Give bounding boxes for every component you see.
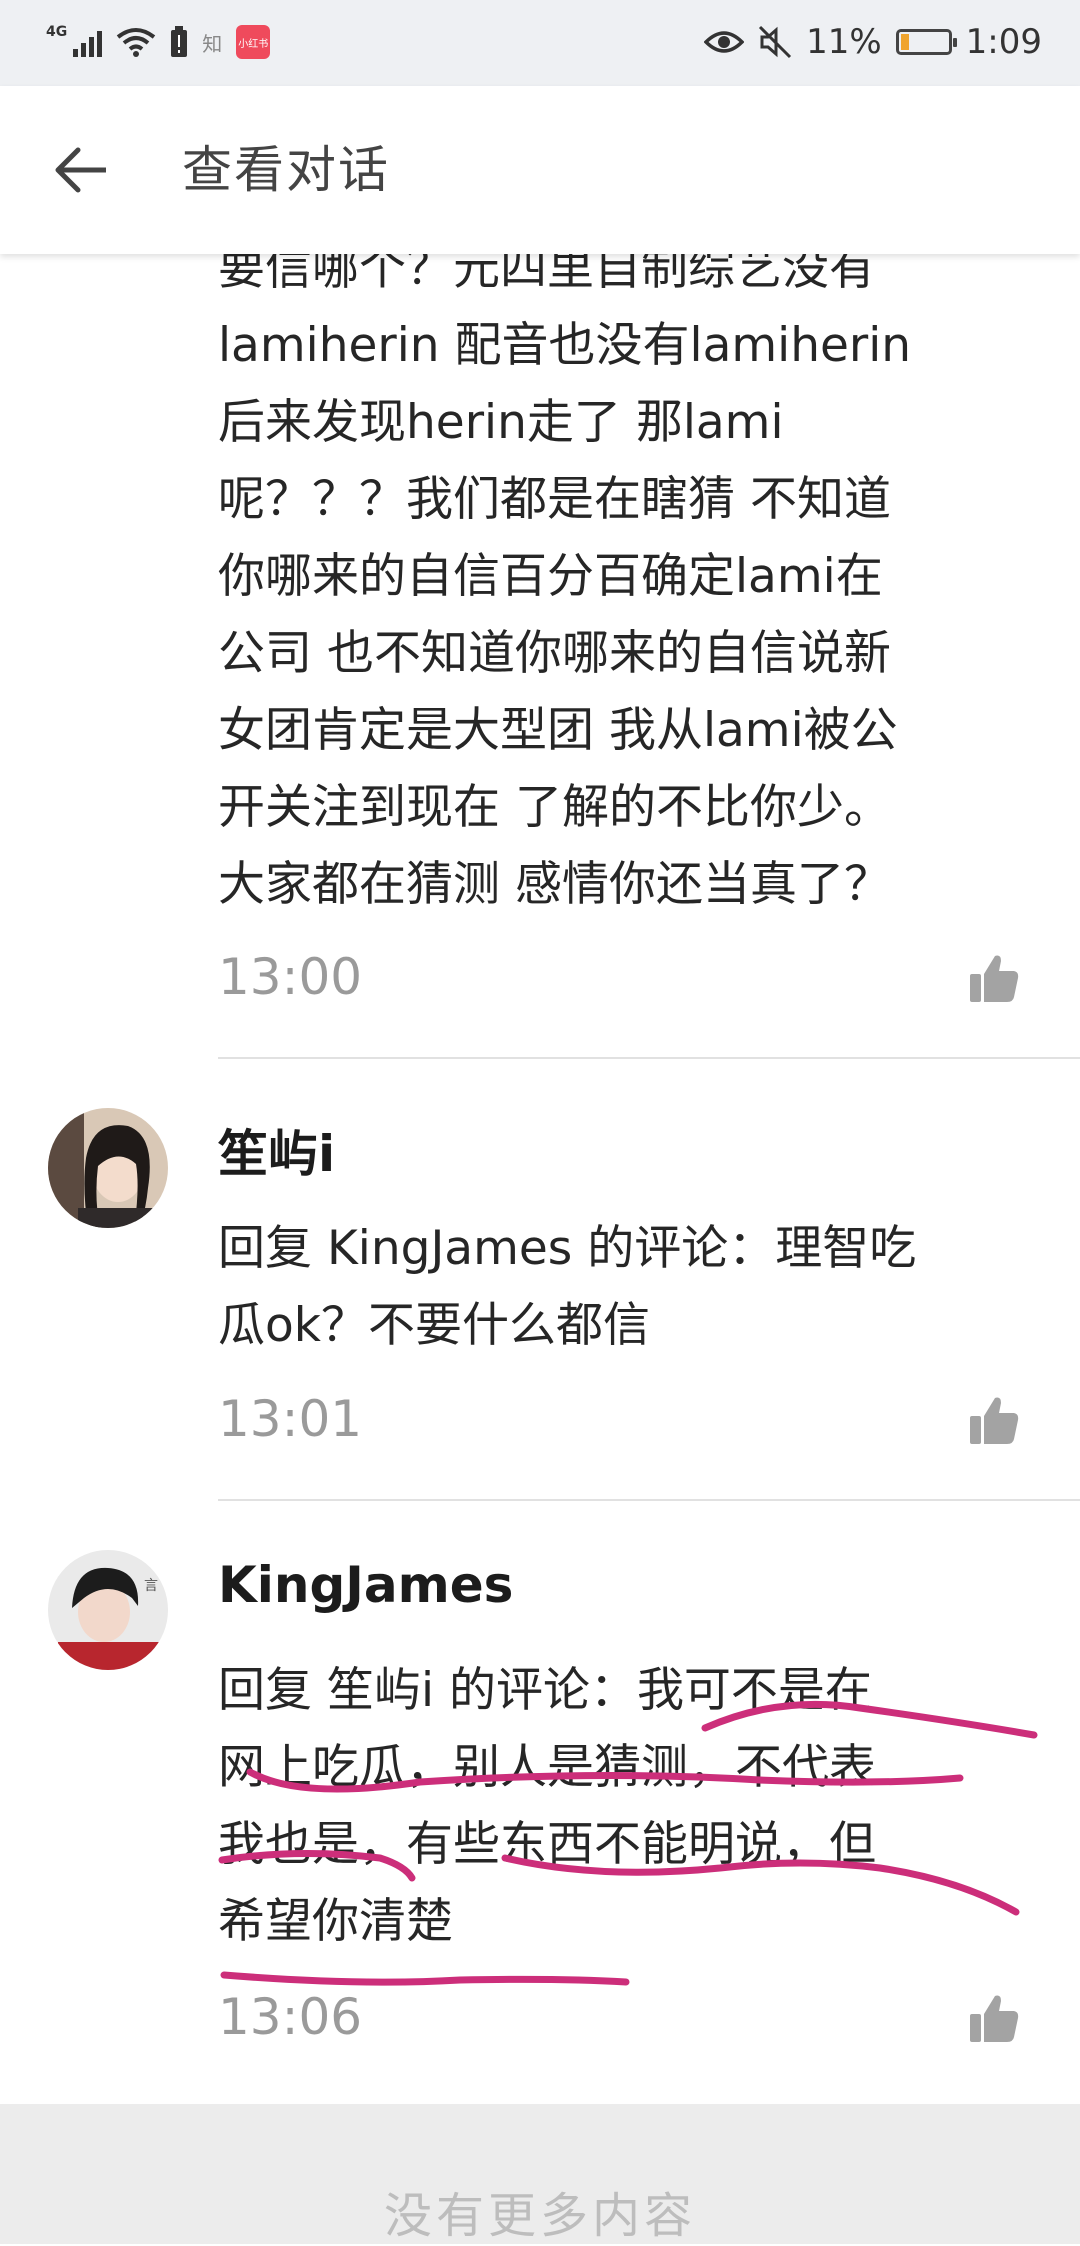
status-bar: 4G 知 小红书 11% 1:09 bbox=[0, 0, 1080, 86]
mute-icon bbox=[759, 25, 792, 59]
comment-time: 13:06 bbox=[218, 1988, 363, 2046]
network-label: 4G bbox=[46, 24, 68, 40]
zhihu-notification-icon: 知 bbox=[202, 31, 223, 56]
divider bbox=[218, 1499, 1080, 1501]
comment-body: 回复 KingJames 的评论：理智吃 瓜ok？不要什么都信 bbox=[218, 1221, 917, 1353]
eye-icon bbox=[704, 31, 745, 53]
avatar[interactable] bbox=[48, 1108, 168, 1228]
no-more-content-label: 没有更多内容 bbox=[383, 2188, 696, 2244]
thumbs-up-icon[interactable] bbox=[968, 952, 1020, 1004]
comment-time: 13:01 bbox=[218, 1390, 363, 1448]
wifi-icon bbox=[117, 28, 156, 57]
battery-icon bbox=[895, 29, 957, 55]
conversation-list[interactable]: 要信哪个？元四里自制综艺没有 lamiherin 配音也没有lamiherin … bbox=[0, 254, 1080, 2104]
username[interactable]: KingJames bbox=[218, 1556, 513, 1614]
clock: 1:09 bbox=[965, 22, 1042, 62]
page-title: 查看对话 bbox=[182, 141, 390, 199]
app-header: 查看对话 bbox=[0, 86, 1080, 254]
back-arrow-icon[interactable] bbox=[52, 140, 112, 200]
battery-percent: 11% bbox=[806, 22, 882, 62]
thumbs-up-icon[interactable] bbox=[968, 1394, 1020, 1446]
footer: 没有更多内容 bbox=[0, 2104, 1080, 2244]
comment-time: 13:00 bbox=[218, 948, 363, 1006]
xiaohongshu-notification-icon: 小红书 bbox=[236, 25, 271, 59]
battery-alert-icon bbox=[171, 26, 188, 57]
username[interactable]: 笙屿i bbox=[218, 1114, 335, 1186]
signal-icon bbox=[73, 27, 103, 57]
comment-body: 回复 笙屿i 的评论：我可不是在 网上吃瓜，别人是猜测，不代表 我也是，有些东西… bbox=[218, 1663, 876, 1949]
svg-text:言: 言 bbox=[144, 1578, 158, 1594]
thumbs-up-icon[interactable] bbox=[968, 1992, 1020, 2044]
divider bbox=[218, 1057, 1080, 1059]
avatar[interactable]: 言 bbox=[48, 1550, 168, 1670]
comment-body: 要信哪个？元四里自制综艺没有 lamiherin 配音也没有lamiherin … bbox=[218, 254, 912, 912]
